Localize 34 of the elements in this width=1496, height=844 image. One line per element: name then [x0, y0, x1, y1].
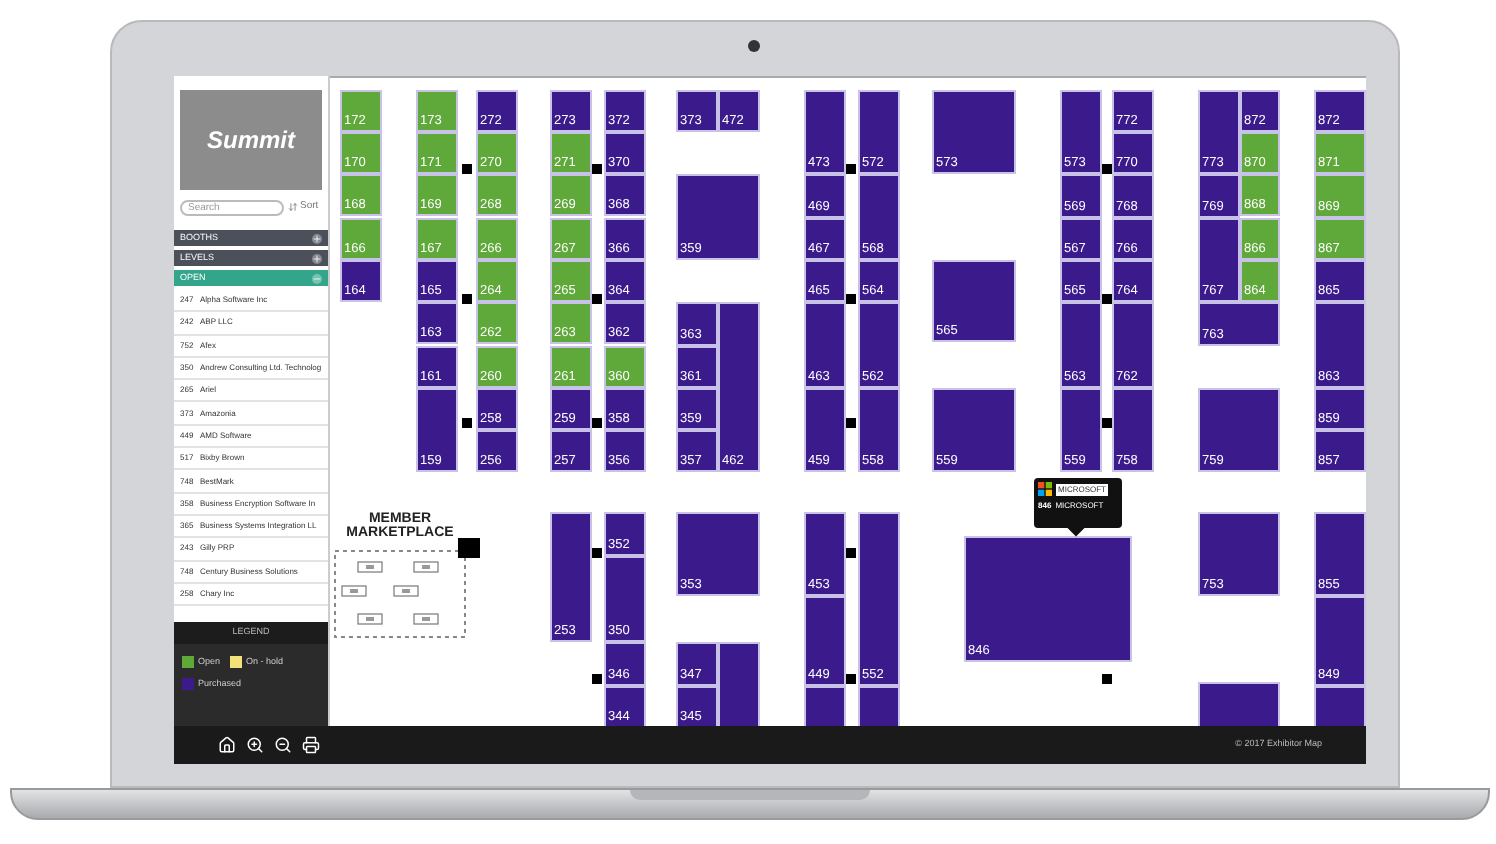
pillar-marker	[592, 164, 602, 174]
booth[interactable]	[858, 686, 900, 726]
pillar-marker	[592, 674, 602, 684]
booth[interactable]	[718, 642, 760, 726]
booth[interactable]	[1314, 686, 1366, 726]
pillar-marker	[462, 164, 472, 174]
pillar-marker	[846, 548, 856, 558]
pillar-marker	[846, 418, 856, 428]
pillar-marker	[846, 294, 856, 304]
pillar-marker	[846, 674, 856, 684]
zoom-out-icon[interactable]	[274, 736, 292, 754]
pillar-marker	[1102, 164, 1112, 174]
windows-logo-icon	[1038, 482, 1052, 496]
logo: Summit	[180, 90, 322, 190]
booth[interactable]	[804, 686, 846, 726]
pillar-marker	[592, 548, 602, 558]
print-icon[interactable]	[302, 736, 320, 754]
stage-marker	[458, 538, 480, 558]
pillar-marker	[462, 294, 472, 304]
pillar-marker	[1102, 294, 1112, 304]
pillar-marker	[462, 418, 472, 428]
pillar-marker	[1102, 674, 1112, 684]
zoom-in-icon[interactable]	[246, 736, 264, 754]
pillar-marker	[592, 418, 602, 428]
expand-icon	[312, 233, 322, 243]
pillar-marker	[1102, 418, 1112, 428]
pillar-marker	[592, 294, 602, 304]
pillar-marker	[846, 164, 856, 174]
collapse-icon	[312, 273, 322, 283]
sort-icon	[288, 202, 298, 212]
expand-icon	[312, 253, 322, 263]
camera-icon	[748, 40, 760, 52]
home-icon[interactable]	[218, 736, 236, 754]
booth[interactable]	[1198, 682, 1280, 726]
